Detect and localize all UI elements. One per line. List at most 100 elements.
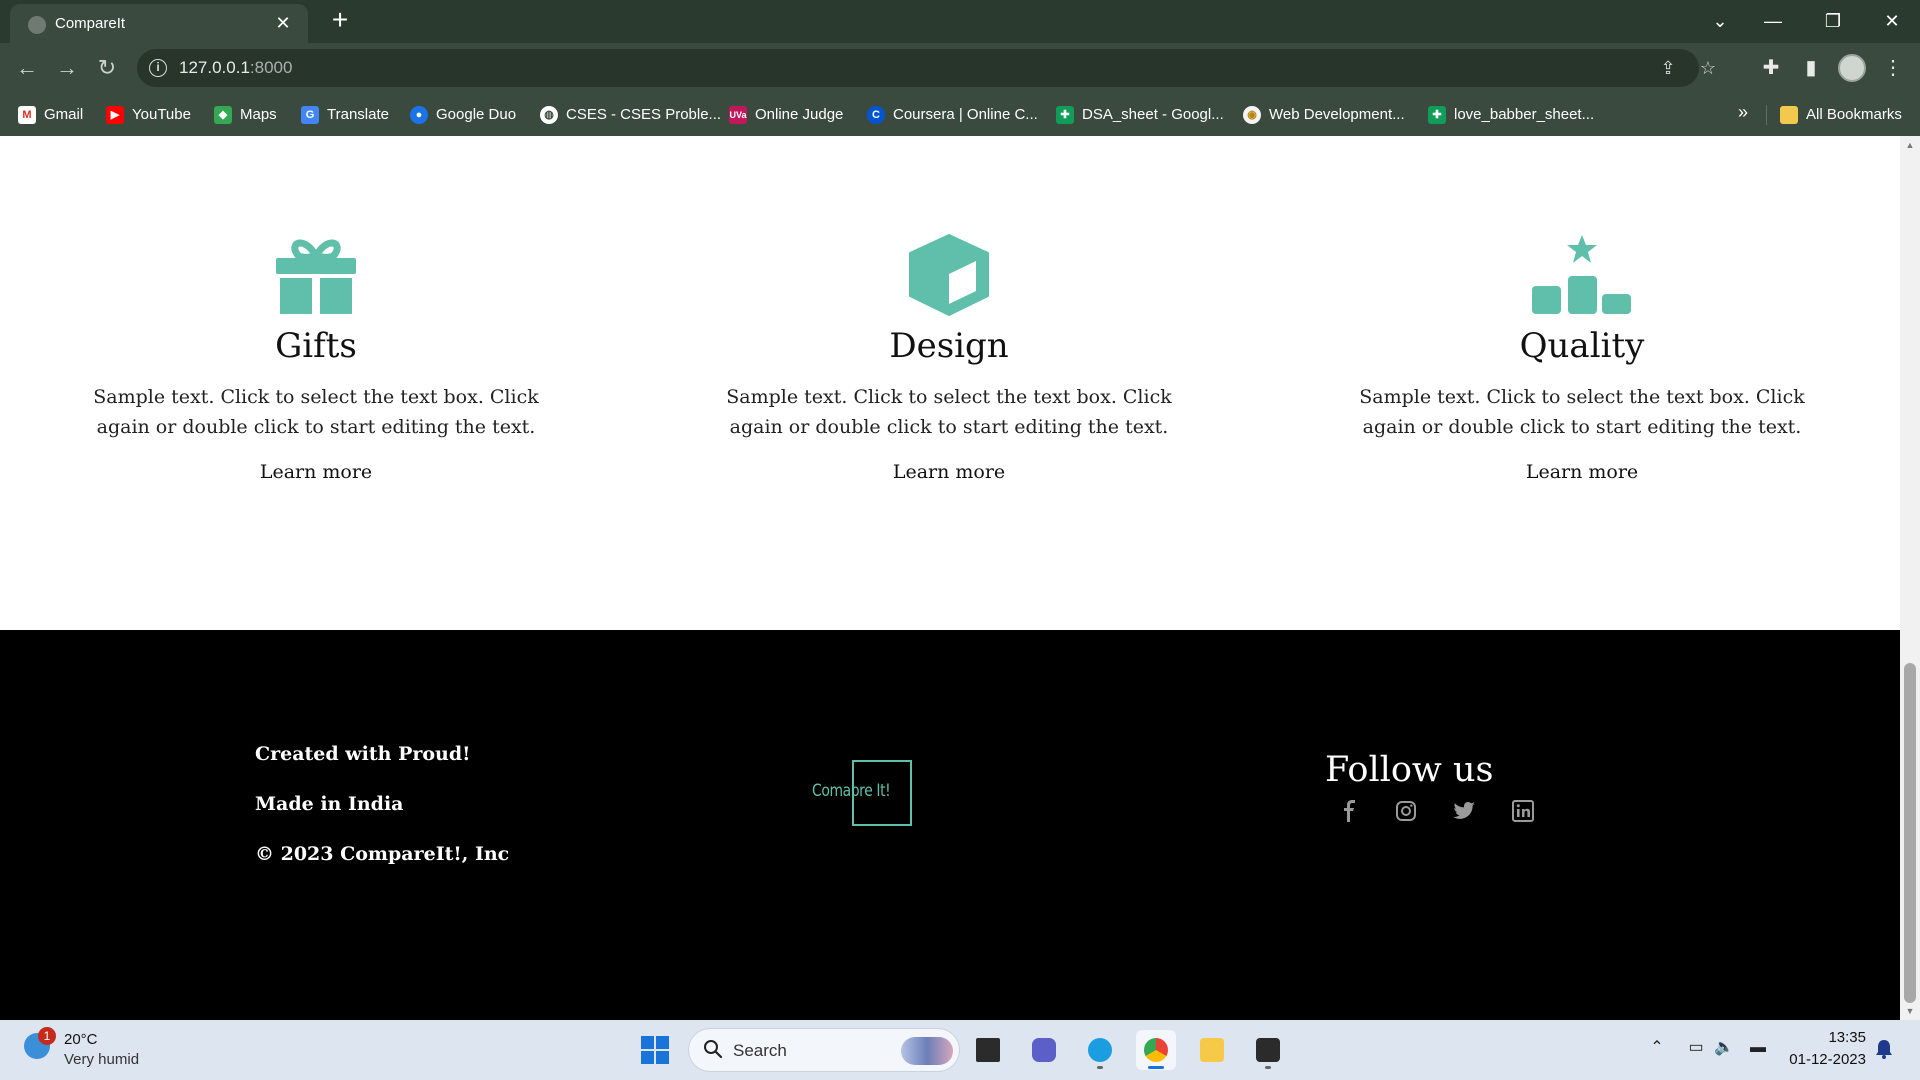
- terminal-icon: [1256, 1038, 1280, 1062]
- bookmark-love-babbar-sheet[interactable]: ✚ love_babber_sheet...: [1428, 104, 1594, 126]
- task-view-button[interactable]: [968, 1030, 1008, 1070]
- feature-title: Design: [889, 326, 1009, 366]
- feature-description: Sample text. Click to select the text bo…: [93, 386, 539, 438]
- forward-button[interactable]: →: [54, 55, 80, 81]
- tab-title: CompareIt: [55, 15, 126, 32]
- teams-chat-button[interactable]: [1024, 1030, 1064, 1070]
- bookmark-cses[interactable]: ◍ CSES - CSES Proble...: [540, 104, 721, 126]
- tab-search-chevron-icon[interactable]: ⌄: [1700, 6, 1740, 36]
- facebook-icon[interactable]: [1338, 799, 1362, 823]
- bookmark-web-development[interactable]: ◉ Web Development...: [1243, 104, 1405, 126]
- feature-description: Sample text. Click to select the text bo…: [726, 386, 1172, 438]
- scrollbar-thumb[interactable]: [1904, 663, 1916, 1003]
- taskbar-search[interactable]: Search: [688, 1028, 960, 1072]
- battery-icon[interactable]: ▬: [1748, 1038, 1768, 1058]
- site-info-icon[interactable]: i: [149, 59, 167, 77]
- edge-button[interactable]: [1080, 1030, 1120, 1070]
- bookmark-youtube[interactable]: ▶ YouTube: [106, 104, 191, 126]
- footer-made-in: Made in India: [255, 793, 404, 815]
- bookmark-online-judge[interactable]: UVa Online Judge: [729, 104, 843, 126]
- gmail-icon: M: [18, 106, 36, 124]
- chrome-button[interactable]: [1136, 1030, 1176, 1070]
- weather-temperature[interactable]: 20°C: [64, 1031, 98, 1048]
- feature-description: Sample text. Click to select the text bo…: [1359, 386, 1805, 438]
- tab-strip: CompareIt ✕ + ⌄ — ❐ ✕: [0, 0, 1920, 43]
- folder-icon: [1780, 106, 1798, 124]
- clock-time[interactable]: 13:35: [1828, 1029, 1866, 1046]
- bookmarks-divider: [1766, 105, 1767, 125]
- bookmark-google-duo[interactable]: ● Google Duo: [410, 104, 516, 126]
- scroll-up-arrow-icon[interactable]: ▲: [1905, 140, 1915, 150]
- show-hidden-icons-chevron-icon[interactable]: ⌃: [1647, 1038, 1667, 1058]
- sheets-icon: ✚: [1428, 106, 1446, 124]
- bookmark-star-icon[interactable]: ☆: [1697, 57, 1719, 79]
- clock-date[interactable]: 01-12-2023: [1789, 1051, 1866, 1068]
- linkedin-icon[interactable]: [1511, 799, 1535, 823]
- search-icon: [704, 1040, 723, 1059]
- reload-button[interactable]: ↻: [94, 55, 120, 81]
- new-tab-button[interactable]: +: [325, 6, 355, 36]
- side-panel-icon[interactable]: ▮: [1798, 55, 1824, 81]
- feature-title: Quality: [1519, 326, 1645, 366]
- search-placeholder: Search: [733, 1041, 787, 1060]
- close-tab-icon[interactable]: ✕: [272, 12, 294, 34]
- folder-icon: [1200, 1038, 1224, 1062]
- minimize-button[interactable]: —: [1753, 6, 1793, 36]
- bookmark-maps[interactable]: ◆ Maps: [214, 104, 277, 126]
- all-bookmarks-folder[interactable]: All Bookmarks: [1780, 104, 1902, 126]
- search-highlight-image: [901, 1037, 953, 1065]
- globe-icon: ◍: [540, 106, 558, 124]
- footer-created-with: Created with Proud!: [255, 743, 471, 765]
- close-window-button[interactable]: ✕: [1872, 6, 1912, 36]
- footer-logo[interactable]: Comapre It!: [812, 781, 891, 801]
- site-footer: Created with Proud! Made in India © 2023…: [0, 630, 1900, 1020]
- start-button[interactable]: [641, 1036, 669, 1064]
- youtube-icon: ▶: [106, 106, 124, 124]
- tab-favicon-icon: [28, 16, 46, 34]
- menu-kebab-icon[interactable]: ⋮: [1880, 55, 1906, 81]
- terminal-button[interactable]: [1248, 1030, 1288, 1070]
- uva-icon: UVa: [729, 106, 747, 124]
- follow-us-heading: Follow us: [1325, 750, 1494, 790]
- twitter-icon[interactable]: [1452, 799, 1476, 823]
- task-view-icon: [976, 1038, 1000, 1062]
- notification-bell-icon[interactable]: [1874, 1038, 1894, 1060]
- learn-more-link[interactable]: Learn more: [669, 461, 1229, 483]
- translate-icon: G: [301, 106, 319, 124]
- edge-icon: [1088, 1038, 1112, 1062]
- more-bookmarks-chevron-icon[interactable]: »: [1738, 102, 1748, 123]
- volume-icon[interactable]: 🔈: [1714, 1038, 1734, 1058]
- bookmark-coursera[interactable]: C Coursera | Online C...: [867, 104, 1038, 126]
- extensions-icon[interactable]: ✚: [1758, 55, 1784, 81]
- coursera-icon: C: [867, 106, 885, 124]
- bookmark-translate[interactable]: G Translate: [301, 104, 389, 126]
- back-button[interactable]: ←: [14, 55, 40, 81]
- network-icon[interactable]: ▭: [1686, 1038, 1706, 1058]
- windows-logo-pane: [656, 1036, 669, 1049]
- address-bar[interactable]: i 127.0.0.1:8000 ⇪ ☆: [137, 49, 1716, 87]
- profile-avatar[interactable]: [1838, 54, 1866, 82]
- instagram-icon[interactable]: [1394, 799, 1418, 823]
- bookmark-dsa-sheet[interactable]: ✚ DSA_sheet - Googl...: [1056, 104, 1224, 126]
- page-scrollbar[interactable]: ▲ ▼: [1900, 136, 1920, 1020]
- maps-icon: ◆: [214, 106, 232, 124]
- url-text[interactable]: 127.0.0.1:8000: [179, 58, 292, 78]
- feature-title: Gifts: [275, 326, 357, 366]
- scroll-down-arrow-icon[interactable]: ▼: [1905, 1006, 1915, 1016]
- learn-more-link[interactable]: Learn more: [1302, 461, 1862, 483]
- restore-button[interactable]: ❐: [1813, 6, 1853, 36]
- share-icon[interactable]: ⇪: [1657, 57, 1679, 79]
- browser-tab[interactable]: CompareIt ✕: [10, 4, 308, 43]
- taskbar: 1 20°C Very humid Search ⌃ ▭ 🔈 ▬ 13:35 0…: [0, 1020, 1920, 1080]
- file-explorer-button[interactable]: [1192, 1030, 1232, 1070]
- learn-more-link[interactable]: Learn more: [36, 461, 596, 483]
- web-dev-icon: ◉: [1243, 106, 1261, 124]
- running-indicator: [1265, 1066, 1271, 1069]
- gift-icon: [276, 239, 356, 314]
- sheets-icon: ✚: [1056, 106, 1074, 124]
- weather-description[interactable]: Very humid: [64, 1051, 139, 1068]
- bookmark-gmail[interactable]: M Gmail: [18, 104, 83, 126]
- podium-star-icon: [1532, 235, 1631, 314]
- windows-logo-pane: [656, 1051, 669, 1064]
- active-indicator: [1148, 1066, 1164, 1069]
